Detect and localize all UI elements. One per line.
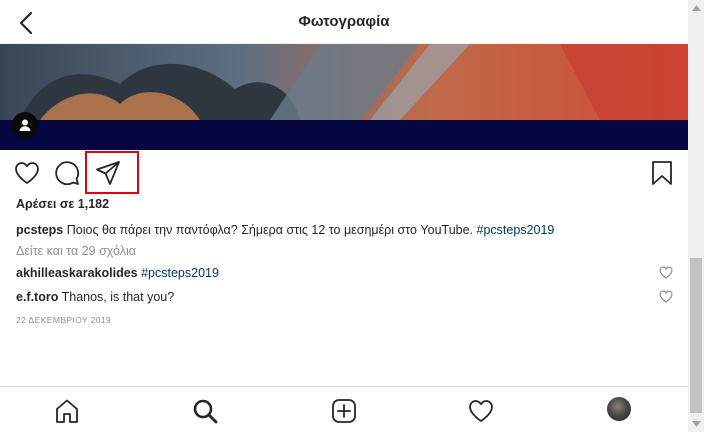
post-photo[interactable] (0, 44, 688, 150)
activity-heart-icon (469, 400, 493, 422)
comment-button[interactable] (52, 158, 82, 188)
comment-username[interactable]: e.f.toro (16, 290, 58, 304)
nav-search[interactable] (191, 397, 219, 425)
comment-row: e.f.toro Thanos, is that you? (16, 290, 174, 304)
comment-row: akhilleaskarakolides #pcsteps2019 (16, 266, 219, 280)
caption-username[interactable]: pcsteps (16, 223, 63, 237)
save-button[interactable] (647, 158, 677, 188)
bookmark-icon (652, 161, 672, 185)
heart-icon (15, 162, 39, 184)
comment-icon (55, 161, 80, 186)
scroll-up-arrow-icon (691, 5, 701, 11)
caption-text: Ποιος θα πάρει την παντόφλα? Σήμερα στις… (66, 223, 474, 237)
nav-new-post[interactable] (330, 397, 358, 425)
comment-hashtag[interactable]: #pcsteps2019 (141, 266, 219, 280)
post-actions (0, 150, 688, 194)
tagged-user-button[interactable] (12, 112, 38, 138)
caption-hashtag[interactable]: #pcsteps2019 (477, 223, 555, 237)
scroll-down-button[interactable] (688, 416, 704, 432)
caption: pcsteps Ποιος θα πάρει την παντόφλα? Σήμ… (16, 223, 554, 237)
user-icon (19, 119, 31, 131)
post-date: 22 ΔΕΚΕΜΒΡΙΟΥ 2019 (16, 315, 112, 325)
scroll-up-button[interactable] (688, 0, 704, 16)
nav-activity[interactable] (467, 397, 495, 425)
comment-username[interactable]: akhilleaskarakolides (16, 266, 138, 280)
comment-like-button[interactable] (659, 290, 673, 304)
top-bar: Φωτογραφία (0, 0, 688, 44)
page-title: Φωτογραφία (298, 13, 390, 30)
new-post-icon (332, 399, 356, 423)
likes-count[interactable]: Αρέσει σε 1,182 (16, 197, 109, 211)
scroll-thumb[interactable] (690, 258, 702, 413)
scroll-down-arrow-icon (691, 421, 701, 427)
comment-like-button[interactable] (659, 266, 673, 280)
bottom-navigation (0, 386, 688, 432)
search-icon (193, 399, 218, 424)
heart-icon (659, 290, 673, 303)
home-icon (56, 399, 78, 423)
share-highlight-box (85, 151, 139, 194)
heart-icon (659, 266, 673, 279)
view-all-comments-link[interactable]: Δείτε και τα 29 σχόλια (16, 244, 136, 258)
profile-avatar[interactable] (607, 397, 631, 421)
comment-text: Thanos, is that you? (61, 290, 175, 304)
scrollbar[interactable] (688, 0, 704, 432)
like-button[interactable] (12, 158, 42, 188)
nav-home[interactable] (53, 397, 81, 425)
